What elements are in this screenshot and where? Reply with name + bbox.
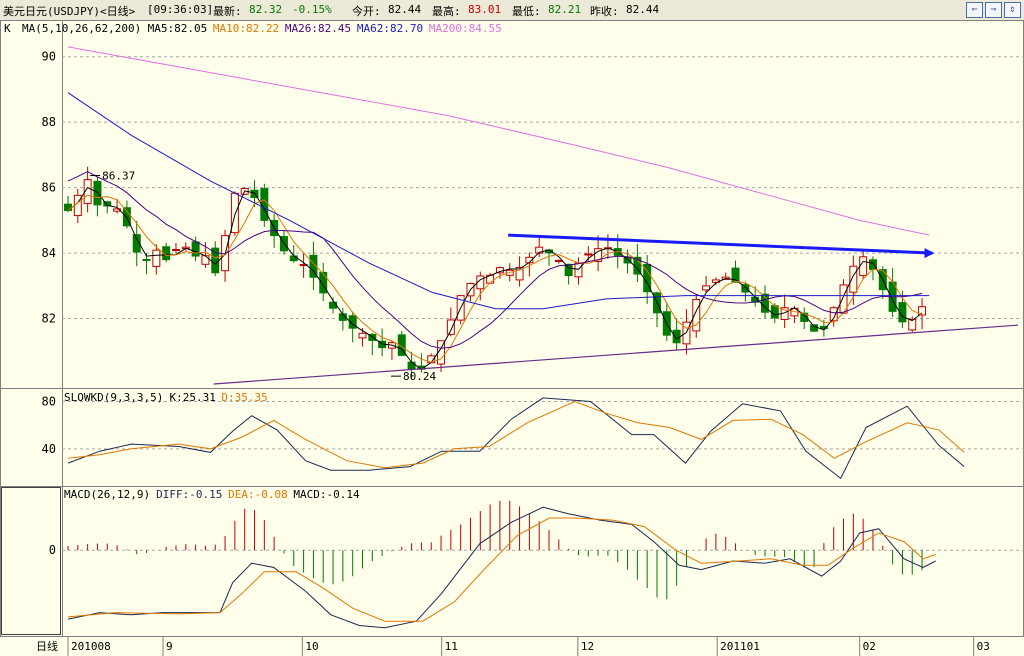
price-tick-label: 82 — [42, 312, 56, 326]
chart-area[interactable]: 9088868482K MA(5,10,26,62,200) MA5:82.05 MA… — [0, 20, 1024, 656]
candle-down — [407, 361, 416, 370]
kd-tick-label: 40 — [42, 442, 56, 456]
candle-down — [142, 258, 151, 261]
diff-line — [67, 506, 936, 629]
macd-side-box — [1, 487, 61, 635]
candle-up — [358, 332, 367, 339]
ma-legend-item: MA200:84.55 — [429, 22, 502, 35]
candle-up — [230, 192, 239, 234]
open-label: 今开: — [352, 5, 381, 18]
candle-down — [672, 329, 681, 344]
date-label: 9 — [166, 640, 173, 653]
macd-tick-label: 0 — [49, 543, 56, 557]
candle-up — [152, 249, 161, 267]
extreme-label: 80.24 — [403, 370, 436, 383]
date-label: 201008 — [71, 640, 111, 653]
low-label: 最低: — [512, 5, 541, 18]
date-label: 10 — [305, 640, 318, 653]
candle-up — [201, 255, 210, 265]
resistance-trendline — [508, 233, 933, 255]
candle-up — [172, 248, 180, 251]
macd-legend-item: MACD(26,12,9) — [64, 488, 150, 501]
panel-frame-0 — [0, 20, 1024, 389]
scroll-right-button[interactable]: ⇒ — [985, 2, 1002, 18]
symbol-title: 美元日元(USDJPY)<日线> — [3, 5, 136, 18]
price-tick-label: 86 — [42, 181, 56, 195]
candle-down — [93, 180, 102, 206]
candle-up — [584, 253, 593, 256]
date-label: 11 — [445, 640, 458, 653]
ma-legend-item: MA(5,10,26,62,200) — [22, 22, 141, 35]
ma200-line — [67, 46, 930, 236]
panel-frame-2 — [0, 486, 1024, 637]
high-value: 83.01 — [468, 3, 502, 16]
ma-legend-item: MA10:82.22 — [213, 22, 279, 35]
candle-down — [64, 203, 72, 212]
extreme-label: 86.37 — [102, 170, 135, 183]
zoom-button[interactable]: ⇕ — [1004, 2, 1021, 18]
support-trendline — [213, 324, 1019, 385]
candle-up — [574, 262, 583, 278]
prev-value: 82.44 — [626, 3, 660, 16]
arrow-head-icon — [924, 248, 935, 259]
latest-label: 最新: — [213, 5, 242, 18]
low-value: 82.21 — [548, 3, 582, 16]
candle-up — [554, 259, 563, 262]
candle-up — [859, 256, 868, 276]
price-tick-label: 84 — [42, 246, 56, 260]
kd-legend-item: SLOWKD(9,3,3,5) — [64, 391, 163, 404]
prev-label: 昨收: — [590, 5, 619, 18]
date-label: 02 — [863, 640, 876, 653]
ma-legend-item: MA5:82.05 — [148, 22, 208, 35]
candle-down — [191, 241, 200, 257]
ma-legend-item: MA26:82.45 — [285, 22, 351, 35]
macd-legend-item: DIFF:-0.15 — [156, 488, 222, 501]
open-value: 82.44 — [388, 3, 422, 16]
d-line — [67, 400, 965, 469]
candle-up — [446, 319, 455, 335]
candle-up — [702, 285, 711, 291]
macd-legend-item: MACD:-0.14 — [293, 488, 360, 501]
ma-legend-item: MA62:82.70 — [357, 22, 423, 35]
ma10-line — [67, 194, 923, 363]
price-panel-title: K — [4, 22, 11, 35]
candle-up — [849, 265, 858, 293]
price-tick-label: 90 — [42, 50, 56, 64]
high-label: 最高: — [432, 5, 461, 18]
period-label: 日线 — [36, 639, 58, 653]
date-label: 03 — [977, 640, 990, 653]
dea-line — [67, 517, 936, 622]
scroll-left-button[interactable]: ⇐ — [966, 2, 983, 18]
latest-value: 82.32 — [249, 3, 283, 16]
macd-legend-item: DEA:-0.08 — [228, 488, 288, 501]
kd-legend-item: D:35.35 — [221, 391, 267, 404]
date-label: 201101 — [720, 640, 760, 653]
change-value: -0.15% — [292, 3, 332, 16]
candle-down — [289, 255, 298, 262]
quote-time: [09:36:03] — [147, 3, 214, 16]
date-label: 12 — [581, 640, 594, 653]
price-tick-label: 88 — [42, 115, 56, 129]
quote-header: 美元日元(USDJPY)<日线> [09:36:03] 最新: 82.32 -0… — [0, 0, 1024, 21]
kd-tick-label: 80 — [42, 394, 56, 408]
k-line — [67, 397, 965, 480]
kd-legend-item: K:25.31 — [170, 391, 216, 404]
